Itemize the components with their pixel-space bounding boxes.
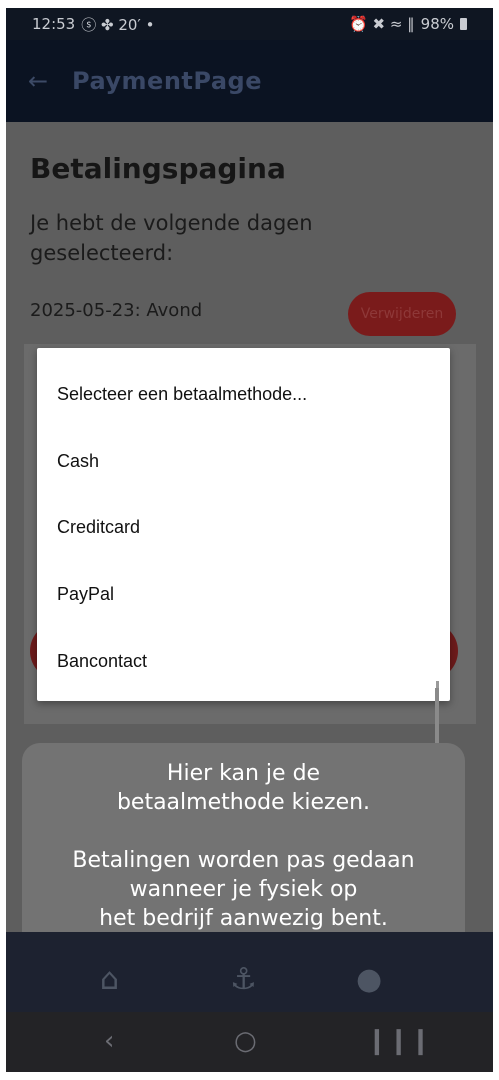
dropdown-option-bancontact[interactable]: Bancontact xyxy=(57,651,147,672)
status-time: 12:53 xyxy=(32,15,76,33)
home-icon[interactable]: ⌂ xyxy=(100,962,119,997)
tooltip-line-1: Hier kan je de xyxy=(166,761,321,786)
status-left-icons: ⓢ ✤ 20′ • xyxy=(81,15,155,34)
battery-icon xyxy=(460,18,467,30)
dropdown-option-placeholder[interactable]: Selecteer een betaalmethode... xyxy=(57,384,307,405)
anchor-icon[interactable]: ⚓ xyxy=(230,962,257,997)
battery-level: 98% xyxy=(420,15,454,33)
dropdown-option-cash[interactable]: Cash xyxy=(57,451,99,472)
app-bar: ← PaymentPage xyxy=(6,40,493,122)
phone-screen: 12:53 ⓢ ✤ 20′ • ⏰ ✖ ≈ ∥ 98% ← PaymentPag… xyxy=(6,8,493,1072)
person-icon[interactable]: ● xyxy=(356,962,382,997)
tutorial-tooltip: Hier kan je de betaalmethode kiezen. Bet… xyxy=(22,743,465,963)
status-right-icons: ⏰ ✖ ≈ ∥ xyxy=(349,15,415,33)
status-bar: 12:53 ⓢ ✤ 20′ • ⏰ ✖ ≈ ∥ 98% xyxy=(6,8,493,40)
system-navigation: ‹ ○ ❙❙❙ xyxy=(6,1012,493,1072)
payment-method-dropdown[interactable]: Selecteer een betaalmethode... Cash Cred… xyxy=(37,348,450,701)
back-icon[interactable]: ‹ xyxy=(104,1026,114,1056)
arrow-left-icon[interactable]: ← xyxy=(28,67,56,95)
dropdown-option-paypal[interactable]: PayPal xyxy=(57,584,114,605)
bottom-navigation: ⌂ ⚓ ● xyxy=(6,932,493,1012)
intro-text: Je hebt de volgende dagen geselecteerd: xyxy=(30,211,313,265)
selected-date: 2025-05-23: Avond xyxy=(30,300,203,321)
page-title: Betalingspagina xyxy=(30,152,286,185)
recents-icon[interactable]: ❙❙❙ xyxy=(366,1026,431,1056)
dropdown-option-creditcard[interactable]: Creditcard xyxy=(57,517,140,538)
tooltip-line-4: wanneer je fysiek op xyxy=(129,877,358,902)
tooltip-line-2: betaalmethode kiezen. xyxy=(116,790,371,815)
tooltip-connector xyxy=(435,688,439,744)
home-circle-icon[interactable]: ○ xyxy=(234,1026,257,1056)
tooltip-line-3: Betalingen worden pas gedaan xyxy=(72,848,415,873)
tooltip-line-5: het bedrijf aanwezig bent. xyxy=(99,906,388,931)
remove-button[interactable]: Verwijderen xyxy=(348,292,456,336)
app-bar-title: PaymentPage xyxy=(72,67,262,95)
